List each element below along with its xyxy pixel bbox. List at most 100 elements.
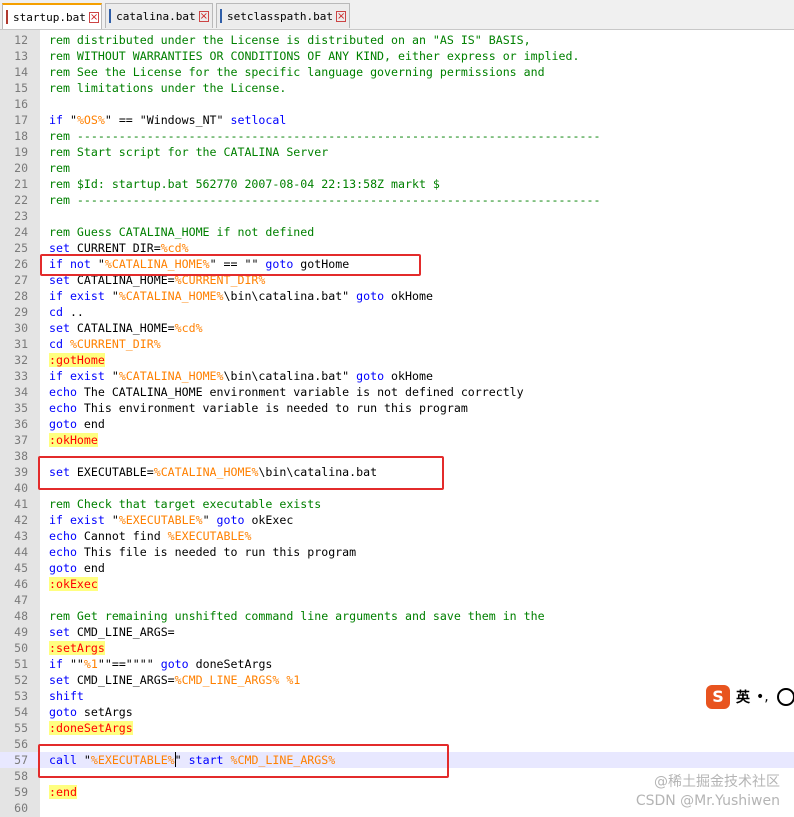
code-line[interactable]: 41 rem Check that target executable exist… — [0, 496, 794, 512]
close-icon[interactable]: × — [88, 11, 100, 23]
smiley-icon[interactable] — [776, 688, 794, 706]
close-icon[interactable]: × — [335, 10, 347, 22]
tab-catalina-bat[interactable]: catalina.bat × — [105, 3, 213, 28]
code-line[interactable]: 17 if "%OS%" == "Windows_NT" setlocal — [0, 112, 794, 128]
code-line[interactable]: 32:gotHome — [0, 352, 794, 368]
line-number: 43 — [14, 529, 28, 543]
code-text: " — [104, 369, 119, 383]
code-text: okHome — [384, 369, 433, 383]
tab-label: startup.bat — [13, 10, 86, 24]
code-text: end — [76, 561, 105, 575]
code-line-text: echo This environment variable is needed… — [49, 400, 468, 416]
code-line[interactable]: 29 cd .. — [0, 304, 794, 320]
code-line[interactable]: 51 if ""%1""=="""" goto doneSetArgs — [0, 656, 794, 672]
line-number: 15 — [14, 81, 28, 95]
line-number: 27 — [14, 273, 28, 287]
ime-punctuation-toggle[interactable]: •, — [756, 689, 769, 705]
tab-label: catalina.bat — [116, 9, 196, 23]
label: :gotHome — [49, 353, 105, 367]
code-line[interactable]: 52 set CMD_LINE_ARGS=%CMD_LINE_ARGS% %1 — [0, 672, 794, 688]
line-number: 26 — [14, 257, 28, 271]
line-number: 58 — [14, 769, 28, 783]
code-line-text: echo Cannot find %EXECUTABLE% — [49, 528, 251, 544]
code-line[interactable]: 46:okExec — [0, 576, 794, 592]
code-text: CATALINA_HOME= — [69, 321, 175, 335]
tab-label: setclasspath.bat — [227, 9, 333, 23]
code-line-text: rem limitations under the License. — [49, 80, 286, 96]
code-line-text: set CMD_LINE_ARGS=%CMD_LINE_ARGS% %1 — [49, 672, 300, 688]
code-line[interactable]: 18 rem ----------------------------------… — [0, 128, 794, 144]
variable: %CURRENT_DIR% — [69, 337, 161, 351]
comment: rem ------------------------------------… — [49, 193, 601, 207]
code-line[interactable]: 28 if exist "%CATALINA_HOME%\bin\catalina… — [0, 288, 794, 304]
code-line[interactable]: 15 rem limitations under the License. — [0, 80, 794, 96]
code-line[interactable]: 21 rem $Id: startup.bat 562770 2007-08-04… — [0, 176, 794, 192]
code-line[interactable]: 50:setArgs — [0, 640, 794, 656]
keyword: cd — [49, 305, 63, 319]
code-line[interactable]: 19 rem Start script for the CATALINA Serv… — [0, 144, 794, 160]
tab-startup-bat[interactable]: startup.bat × — [2, 3, 102, 29]
line-number: 42 — [14, 513, 28, 527]
ime-mode-toggle[interactable]: 英 — [736, 687, 750, 707]
line-number: 19 — [14, 145, 28, 159]
keyword: set — [49, 673, 70, 687]
code-line[interactable]: 44 echo This file is needed to run this p… — [0, 544, 794, 560]
code-line-text: rem Guess CATALINA_HOME if not defined — [49, 224, 314, 240]
code-line[interactable]: 53 shift — [0, 688, 794, 704]
code-line-text: goto end — [49, 416, 105, 432]
code-line[interactable]: 31 cd %CURRENT_DIR% — [0, 336, 794, 352]
sogou-logo[interactable]: S — [706, 685, 730, 709]
variable: %1 — [286, 673, 301, 687]
code-line[interactable]: 34 echo The CATALINA_HOME environment var… — [0, 384, 794, 400]
keyword: goto — [160, 657, 189, 671]
keyword: set — [49, 241, 70, 255]
code-line-text: rem Start script for the CATALINA Server — [49, 144, 328, 160]
line-number: 22 — [14, 193, 28, 207]
line-number: 17 — [14, 113, 28, 127]
code-line-text: set CATALINA_HOME=%cd% — [49, 320, 203, 336]
tab-setclasspath-bat[interactable]: setclasspath.bat × — [216, 3, 350, 28]
code-line[interactable]: 14 rem See the License for the specific l… — [0, 64, 794, 80]
watermark: @稀土掘金技术社区 CSDN @Mr.Yushiwen — [636, 773, 780, 811]
code-line[interactable]: 54 goto setArgs — [0, 704, 794, 720]
code-line[interactable]: 20 rem — [0, 160, 794, 176]
code-line-text: if exist "%EXECUTABLE%" goto okExec — [49, 512, 293, 528]
code-line-text: rem distributed under the License is dis… — [49, 32, 531, 48]
code-line[interactable]: 33 if exist "%CATALINA_HOME%\bin\catalina… — [0, 368, 794, 384]
code-text: CMD_LINE_ARGS= — [69, 673, 175, 687]
code-line[interactable]: 13 rem WITHOUT WARRANTIES OR CONDITIONS O… — [0, 48, 794, 64]
highlight-box-line-39 — [38, 456, 444, 490]
code-line[interactable]: 24 rem Guess CATALINA_HOME if not defined — [0, 224, 794, 240]
code-line[interactable]: 45 goto end — [0, 560, 794, 576]
variable: %cd% — [174, 321, 203, 335]
code-line[interactable]: 35 echo This environment variable is need… — [0, 400, 794, 416]
code-text: "" — [62, 657, 84, 671]
tab-bar: startup.bat × catalina.bat × setclasspat… — [0, 0, 794, 30]
code-text: The CATALINA_HOME environment variable i… — [76, 385, 524, 399]
keyword: shift — [49, 689, 84, 703]
close-icon[interactable]: × — [198, 10, 209, 22]
code-line[interactable]: 12 rem distributed under the License is d… — [0, 32, 794, 48]
keyword: echo — [49, 529, 77, 543]
line-number: 34 — [14, 385, 28, 399]
code-line[interactable]: 37:okHome — [0, 432, 794, 448]
line-number: 35 — [14, 401, 28, 415]
variable: %cd% — [160, 241, 189, 255]
keyword: if exist — [49, 513, 105, 527]
code-line[interactable]: 22 rem ----------------------------------… — [0, 192, 794, 208]
code-line[interactable]: 42 if exist "%EXECUTABLE%" goto okExec — [0, 512, 794, 528]
code-line[interactable]: 30 set CATALINA_HOME=%cd% — [0, 320, 794, 336]
code-line-text: rem Check that target executable exists — [49, 496, 321, 512]
code-line[interactable]: 47 — [0, 592, 794, 608]
code-line-text: if exist "%CATALINA_HOME%\bin\catalina.b… — [49, 368, 433, 384]
code-line[interactable]: 16 — [0, 96, 794, 112]
ime-toolbar[interactable]: S 英 •, — [706, 684, 794, 710]
comment: rem WITHOUT WARRANTIES OR CONDITIONS OF … — [49, 49, 580, 63]
code-line[interactable]: 55:doneSetArgs — [0, 720, 794, 736]
variable: %CATALINA_HOME% — [118, 289, 224, 303]
code-line[interactable]: 49 set CMD_LINE_ARGS= — [0, 624, 794, 640]
code-line[interactable]: 48 rem Get remaining unshifted command li… — [0, 608, 794, 624]
code-line[interactable]: 36 goto end — [0, 416, 794, 432]
code-line[interactable]: 43 echo Cannot find %EXECUTABLE% — [0, 528, 794, 544]
code-line[interactable]: 23 — [0, 208, 794, 224]
